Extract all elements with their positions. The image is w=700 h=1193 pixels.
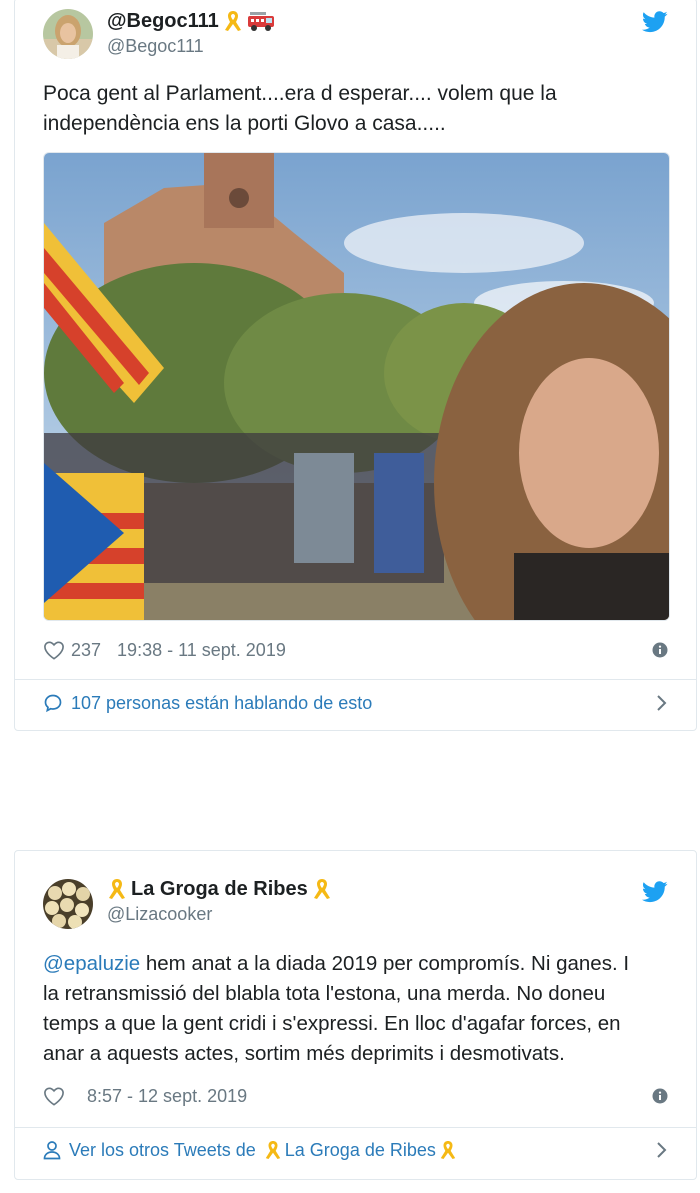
reply-bubble-icon bbox=[43, 693, 63, 713]
avatar[interactable] bbox=[43, 9, 93, 59]
mention-link[interactable]: @epaluzie bbox=[43, 952, 140, 975]
more-tweets-prefix[interactable]: Ver los otros Tweets de bbox=[69, 1140, 261, 1161]
yellow-ribbon-icon bbox=[107, 877, 127, 901]
tweet-text-line: hem anat a la diada 2019 per compromís. … bbox=[140, 952, 630, 975]
author-block: @Begoc111 @Begoc111 bbox=[107, 9, 275, 57]
tweet-text-line: temps a que la gent cridi i s'expressi. … bbox=[43, 1012, 621, 1035]
chevron-right-icon[interactable] bbox=[656, 694, 668, 712]
divider bbox=[15, 679, 696, 680]
tweet-card: @Begoc111 @Begoc111 Poca gent al Parlame… bbox=[14, 0, 697, 731]
display-name[interactable]: La Groga de Ribes bbox=[107, 877, 332, 901]
conversation-link-text[interactable]: 107 personas están hablando de esto bbox=[71, 693, 372, 714]
more-tweets-link[interactable]: Ver los otros Tweets de La Groga de Ribe… bbox=[43, 1136, 668, 1164]
tweet-meta: 237 19:38 - 11 sept. 2019 bbox=[43, 637, 668, 663]
handle[interactable]: @Lizacooker bbox=[107, 903, 332, 925]
tweet-text-line: anar a aquests actes, sortim més deprimi… bbox=[43, 1042, 565, 1065]
divider bbox=[15, 1127, 696, 1128]
yellow-ribbon-icon bbox=[264, 1139, 282, 1161]
info-icon[interactable] bbox=[652, 642, 668, 658]
twitter-bird-icon[interactable] bbox=[641, 881, 668, 908]
display-name[interactable]: @Begoc111 bbox=[107, 9, 275, 33]
fire-engine-icon bbox=[247, 10, 275, 32]
twitter-bird-icon[interactable] bbox=[641, 11, 668, 38]
yellow-ribbon-icon bbox=[439, 1139, 457, 1161]
heart-icon[interactable] bbox=[43, 640, 65, 660]
heart-icon[interactable] bbox=[43, 1086, 65, 1106]
tweet-photo[interactable] bbox=[43, 152, 670, 621]
tweet-meta: 8:57 - 12 sept. 2019 bbox=[43, 1083, 668, 1109]
like-count[interactable]: 237 bbox=[71, 640, 101, 661]
yellow-ribbon-icon bbox=[223, 9, 243, 33]
yellow-ribbon-icon bbox=[312, 877, 332, 901]
display-name-text[interactable]: @Begoc111 bbox=[107, 9, 219, 33]
tweet-card: La Groga de Ribes @Lizacooker @epaluzie … bbox=[14, 850, 697, 1180]
tweet-text: @epaluzie hem anat a la diada 2019 per c… bbox=[43, 949, 676, 1069]
more-tweets-name[interactable]: La Groga de Ribes bbox=[285, 1140, 436, 1161]
conversation-link[interactable]: 107 personas están hablando de esto bbox=[43, 689, 668, 717]
info-icon[interactable] bbox=[652, 1088, 668, 1104]
person-icon bbox=[43, 1140, 61, 1160]
display-name-text[interactable]: La Groga de Ribes bbox=[131, 877, 308, 901]
timestamp[interactable]: 19:38 - 11 sept. 2019 bbox=[117, 640, 286, 661]
handle[interactable]: @Begoc111 bbox=[107, 35, 275, 57]
author-block: La Groga de Ribes @Lizacooker bbox=[107, 877, 332, 925]
tweet-text-line: la retransmissió del blabla tota l'eston… bbox=[43, 982, 606, 1005]
tweet-text: Poca gent al Parlament....era d esperar.… bbox=[43, 82, 557, 135]
chevron-right-icon[interactable] bbox=[656, 1141, 668, 1159]
avatar[interactable] bbox=[43, 879, 93, 929]
timestamp[interactable]: 8:57 - 12 sept. 2019 bbox=[87, 1086, 247, 1107]
